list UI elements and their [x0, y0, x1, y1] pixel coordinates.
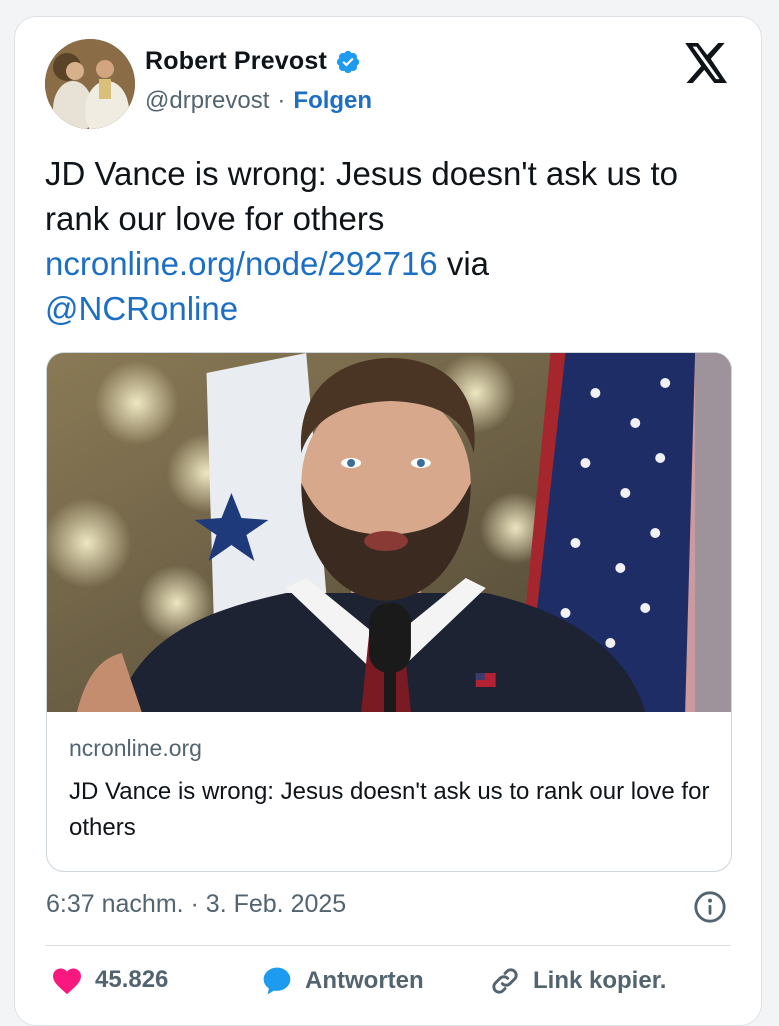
via-text: via: [446, 245, 490, 282]
tweet-link[interactable]: ncronline.org/node/292716: [45, 245, 438, 282]
mention-link[interactable]: @NCRonline: [45, 290, 238, 327]
preview-image[interactable]: [47, 353, 731, 712]
action-bar: 45.826 Antworten Link kopier.: [51, 965, 731, 1001]
author-handle[interactable]: @drprevost: [145, 87, 269, 115]
follow-button[interactable]: Folgen: [293, 87, 372, 115]
reply-label: Antworten: [305, 967, 424, 994]
author-row: Robert Prevost: [145, 47, 361, 76]
preview-title: JD Vance is wrong: Jesus doesn't ask us …: [69, 778, 710, 841]
preview-domain: ncronline.org: [69, 735, 202, 761]
handle-row: @drprevost · Folgen: [145, 87, 372, 115]
reply-button[interactable]: Antworten: [261, 965, 424, 997]
separator-dot: ·: [277, 87, 286, 114]
heart-icon: [53, 968, 81, 995]
copy-link-button[interactable]: Link kopier.: [489, 965, 666, 997]
info-icon[interactable]: [693, 890, 727, 924]
preview-meta: ncronline.org JD Vance is wrong: Jesus d…: [69, 735, 711, 846]
like-button[interactable]: 45.826: [51, 965, 168, 995]
tweet-card: Robert Prevost @drprevost · Folgen JD Va…: [14, 16, 762, 1026]
link-preview-card[interactable]: ncronline.org JD Vance is wrong: Jesus d…: [46, 352, 732, 872]
copy-link-label: Link kopier.: [533, 967, 667, 994]
author-name[interactable]: Robert Prevost: [145, 47, 327, 76]
avatar[interactable]: [45, 39, 135, 129]
link-icon: [492, 968, 518, 994]
tweet-timestamp[interactable]: 6:37 nachm. · 3. Feb. 2025: [46, 890, 346, 919]
like-count: 45.826: [95, 966, 169, 993]
verified-badge-icon: [336, 50, 360, 73]
tweet-text: JD Vance is wrong: Jesus doesn't ask us …: [45, 151, 735, 331]
tweet-body: JD Vance is wrong: Jesus doesn't ask us …: [45, 155, 678, 237]
divider: [45, 945, 731, 946]
reply-bubble-icon: [263, 967, 291, 995]
x-logo-icon[interactable]: [685, 43, 729, 83]
